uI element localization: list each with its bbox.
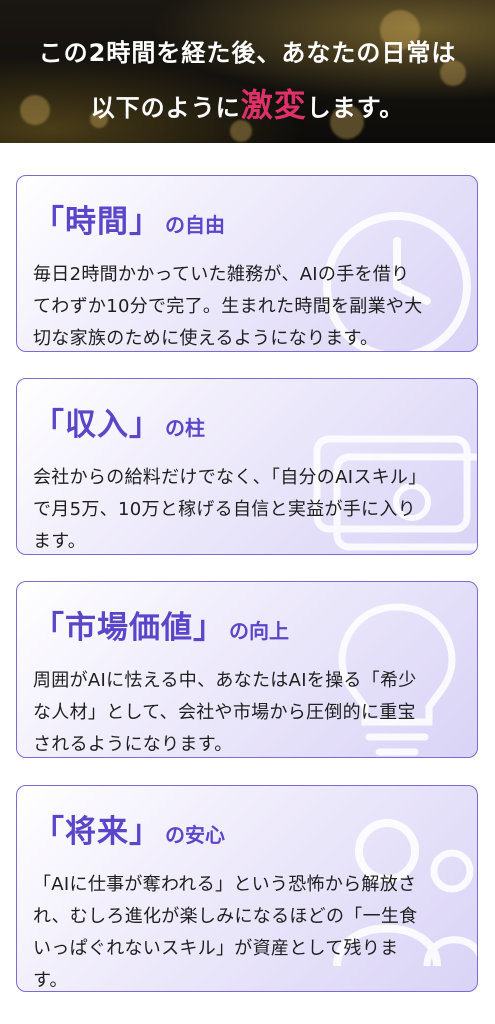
benefit-card-time: 「時間」 の自由 毎日2時間かかっていた雑務が、AIの手を借り てわずか10分で完… — [16, 175, 478, 352]
hero-headline-line2: 以下のように激変します。 — [0, 80, 495, 126]
benefit-card-future: 「将来」 の安心 「AIに仕事が奪われる」という恐怖から解放さ れ、むしろ進化が楽… — [16, 785, 478, 992]
card-body: 毎日2時間かかっていた雑務が、AIの手を借り てわずか10分で完了。生まれた時間… — [33, 264, 423, 349]
card-title-sub: の柱 — [165, 416, 205, 440]
card-body: 「AIに仕事が奪われる」という恐怖から解放さ れ、むしろ進化が楽しみになるほどの… — [33, 874, 418, 991]
hero-headline-line1: この2時間を経た後、あなたの日常は — [38, 39, 457, 67]
card-title-main: 「収入」 — [33, 407, 161, 443]
card-title-sub: の向上 — [229, 619, 289, 643]
card-title: 「将来」 の安心 — [33, 806, 461, 851]
benefit-card-market-value: 「市場価値」 の向上 周囲がAIに怯える中、あなたはAIを操る「希少 な人材」とし… — [16, 581, 478, 758]
hero-text: 以下のように — [90, 94, 241, 122]
hero-text: します。 — [306, 94, 405, 122]
card-title-main: 「時間」 — [33, 204, 161, 240]
card-title: 「時間」 の自由 — [33, 196, 461, 241]
card-title-main: 「将来」 — [33, 814, 161, 850]
hero-accent-text: 激変 — [240, 86, 307, 124]
card-title: 「市場価値」 の向上 — [33, 602, 461, 647]
card-title-sub: の安心 — [165, 823, 225, 847]
card-title-sub: の自由 — [165, 213, 225, 237]
hero-banner: この2時間を経た後、あなたの日常は 以下のように激変します。 — [0, 0, 495, 143]
card-title-main: 「市場価値」 — [33, 610, 225, 646]
card-title: 「収入」 の柱 — [33, 399, 461, 444]
card-body: 周囲がAIに怯える中、あなたはAIを操る「希少 な人材」として、会社や市場から圧… — [33, 670, 417, 755]
card-body: 会社からの給料だけでなく、「自分のAIスキル」 で月5万、10万と稼げる自信と実… — [33, 467, 427, 552]
benefit-card-income: 「収入」 の柱 会社からの給料だけでなく、「自分のAIスキル」 で月5万、10万と… — [16, 378, 478, 555]
